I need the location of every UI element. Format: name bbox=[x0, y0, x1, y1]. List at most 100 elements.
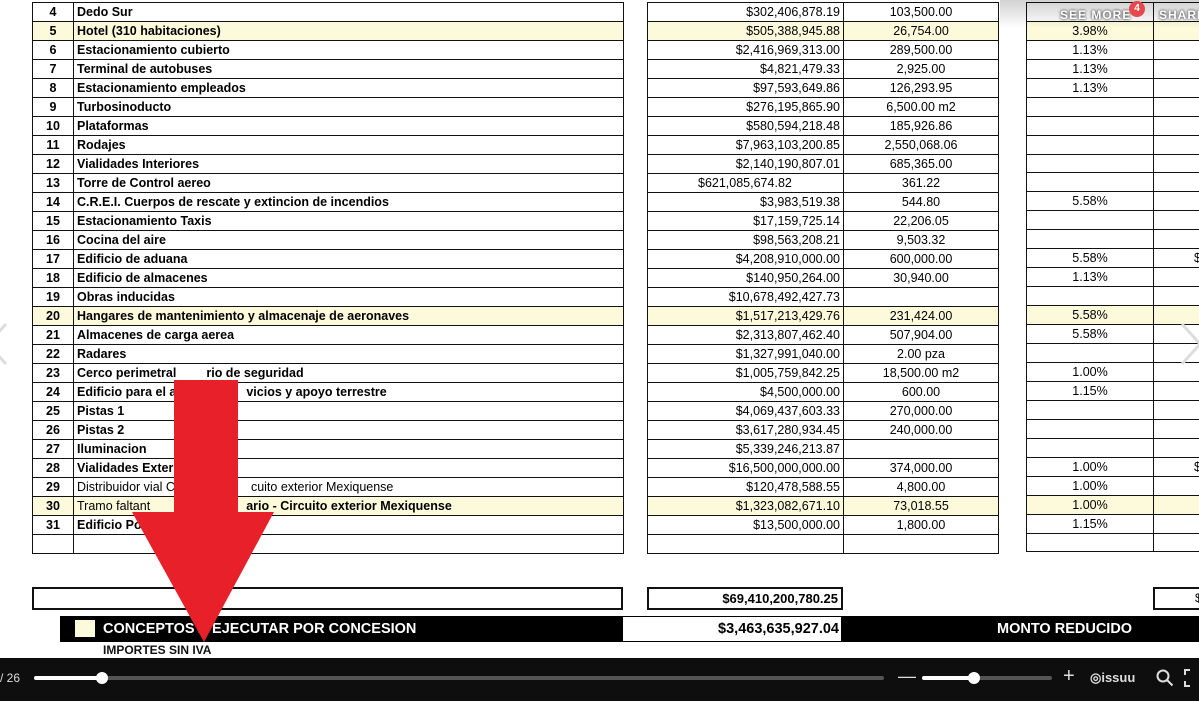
amount-cell: $2,313,807,462.40 bbox=[647, 325, 844, 345]
amount-cell: $621,085,674.82 bbox=[647, 173, 844, 193]
table-row: 12 Vialidades Interiores bbox=[32, 154, 624, 174]
concept-text: Hangares de mantenimiento y almacenaje d… bbox=[77, 309, 410, 323]
percent-cell: 1.15% bbox=[1026, 380, 1154, 401]
search-icon[interactable] bbox=[1156, 669, 1174, 687]
far-right-cell bbox=[1153, 77, 1199, 98]
amount-cell: $4,500,000.00 bbox=[647, 382, 844, 402]
row-number: 31 bbox=[32, 515, 74, 535]
table-row bbox=[1026, 343, 1199, 363]
percent-cell bbox=[1026, 399, 1154, 420]
concept-cell: Dedo Sur bbox=[73, 2, 624, 22]
percent-cell: 1.13% bbox=[1026, 267, 1154, 288]
table-row: 11 Rodajes bbox=[32, 135, 624, 155]
amount-cell: $1,327,991,040.00 bbox=[647, 344, 844, 364]
amount-cell: $98,563,208.21 bbox=[647, 230, 844, 250]
next-page-chevron-icon[interactable] bbox=[1178, 322, 1199, 366]
table-row: $120,478,588.55 4,800.00 bbox=[647, 477, 999, 497]
page-progress-slider[interactable] bbox=[34, 672, 884, 684]
empty-row bbox=[647, 534, 999, 554]
share-button[interactable]: SHARE bbox=[1159, 8, 1199, 22]
table-row: 15 Estacionamiento Taxis bbox=[32, 211, 624, 231]
concept-table: 4 Dedo Sur 5 Hotel (310 habitaciones) 6 Estac… bbox=[32, 2, 624, 554]
row-number: 11 bbox=[32, 135, 74, 155]
table-row: $1,327,991,040.00 2.00 pza bbox=[647, 344, 999, 364]
row-number: 20 bbox=[32, 306, 74, 326]
far-right-cell bbox=[1153, 172, 1199, 193]
table-row: 1.00% bbox=[1026, 475, 1199, 496]
see-more-button[interactable]: SEE MORE bbox=[1060, 8, 1131, 22]
row-number: 6 bbox=[32, 40, 74, 60]
amount-cell: $580,594,218.48 bbox=[647, 116, 844, 136]
table-row: 30 Tramo faltant ario - Circuito exterior … bbox=[32, 496, 624, 516]
table-row: $140,950,264.00 30,940.00 bbox=[647, 268, 999, 288]
percent-cell: 1.13% bbox=[1026, 77, 1154, 98]
amount-cell: $17,159,725.14 bbox=[647, 211, 844, 231]
percent-cell: 1.15% bbox=[1026, 513, 1154, 534]
zoom-out-icon[interactable]: — bbox=[898, 666, 916, 687]
table-row bbox=[1026, 153, 1199, 174]
table-row: 17 Edificio de aduana bbox=[32, 249, 624, 269]
table-row: $302,406,878.19 103,500.00 bbox=[647, 2, 999, 22]
issuu-logo-mark-icon: ◎ bbox=[1090, 670, 1102, 685]
zoom-in-icon[interactable]: + bbox=[1063, 665, 1075, 688]
percent-cell bbox=[1026, 153, 1154, 174]
concept-cell: C.R.E.I. Cuerpos de rescate y extincion … bbox=[73, 192, 624, 212]
concept-cell: Hangares de mantenimiento y almacenaje d… bbox=[73, 306, 624, 326]
table-row: $5,339,246,213.87 bbox=[647, 439, 999, 459]
table-row: 10 Plataformas bbox=[32, 116, 624, 136]
monto-reducido-label: MONTO REDUCIDO bbox=[997, 621, 1133, 637]
far-right-cell bbox=[1153, 437, 1199, 458]
table-row: 1.00% bbox=[1026, 361, 1199, 382]
table-row: 1.13% bbox=[1026, 77, 1199, 98]
quantity-cell: 2.00 pza bbox=[843, 344, 999, 364]
concept-text: Estacionamiento cubierto bbox=[77, 43, 230, 57]
row-number: 18 bbox=[32, 268, 74, 288]
percent-cell: 1.00% bbox=[1026, 475, 1154, 496]
table-row: 5.58% bbox=[1026, 191, 1199, 212]
notification-badge: 4 bbox=[1129, 1, 1145, 17]
table-row bbox=[1026, 210, 1199, 231]
empty-cell bbox=[32, 534, 74, 554]
row-number: 12 bbox=[32, 154, 74, 174]
amount-cell: $16,500,000,000.00 bbox=[647, 458, 844, 478]
percent-cell bbox=[1026, 418, 1154, 439]
quantity-cell: 544.80 bbox=[843, 192, 999, 212]
table-row bbox=[1026, 399, 1199, 420]
quantity-cell: 26,754.00 bbox=[843, 21, 999, 41]
percent-cell: 5.58% bbox=[1026, 248, 1154, 269]
prev-page-chevron-icon[interactable] bbox=[0, 322, 10, 366]
fullscreen-icon[interactable] bbox=[1184, 669, 1199, 687]
far-right-cell bbox=[1153, 58, 1199, 79]
table-row: 23 Cerco perimetral rio de seguridad bbox=[32, 363, 624, 383]
table-row: $3,983,519.38 544.80 bbox=[647, 192, 999, 212]
far-right-cell bbox=[1153, 418, 1199, 439]
table-row: $2,313,807,462.40 507,904.00 bbox=[647, 325, 999, 345]
far-right-cell bbox=[1153, 267, 1199, 288]
percent-cell: 5.58% bbox=[1026, 191, 1154, 212]
table-row: $3,617,280,934.45 240,000.00 bbox=[647, 420, 999, 440]
zoom-slider[interactable] bbox=[922, 672, 1052, 684]
concept-text: Edificio de almacenes bbox=[77, 271, 208, 285]
quantity-cell bbox=[843, 287, 999, 307]
issuu-logo[interactable]: ◎issuu bbox=[1090, 670, 1135, 686]
table-row: $1,323,082,671.10 73,018.55 bbox=[647, 496, 999, 516]
row-number: 26 bbox=[32, 420, 74, 440]
percent-cell bbox=[1026, 172, 1154, 193]
zoom-handle[interactable] bbox=[968, 672, 980, 684]
concept-cell: Estacionamiento Taxis bbox=[73, 211, 624, 231]
row-number: 16 bbox=[32, 230, 74, 250]
percent-cell: 5.58% bbox=[1026, 305, 1154, 326]
concept-cell: Obras inducidas bbox=[73, 287, 624, 307]
amount-cell: $2,140,190,807.01 bbox=[647, 154, 844, 174]
concept-cell: Torre de Control aereo bbox=[73, 173, 624, 193]
concept-cell: Estacionamiento cubierto bbox=[73, 40, 624, 60]
amount-cell: $7,963,103,200.85 bbox=[647, 135, 844, 155]
page-progress-handle[interactable] bbox=[96, 672, 108, 684]
amount-cell: $1,323,082,671.10 bbox=[647, 496, 844, 516]
concept-text: Almacenes de carga aerea bbox=[77, 328, 235, 342]
percent-cell: 1.13% bbox=[1026, 58, 1154, 79]
table-row: 1.13% bbox=[1026, 58, 1199, 79]
table-row: 7 Terminal de autobuses bbox=[32, 59, 624, 79]
importes-note: IMPORTES SIN IVA bbox=[103, 643, 212, 657]
quantity-cell: 6,500.00 m2 bbox=[843, 97, 999, 117]
